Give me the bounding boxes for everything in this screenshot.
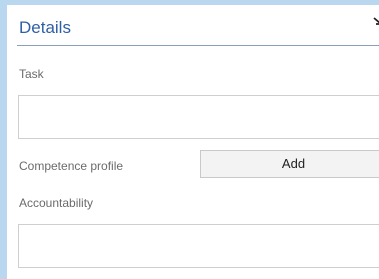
task-input[interactable] [18,95,379,139]
accountability-label: Accountability [19,196,94,210]
panel-title: Details [19,18,71,37]
task-label: Task [19,67,44,81]
details-panel: Details Task Competence profile Add Acco… [7,5,379,279]
collapse-icon[interactable] [373,17,379,25]
add-competence-profile-button[interactable]: Add [200,150,379,178]
accountability-input[interactable] [18,224,379,268]
collapse-corner-icon [373,17,379,25]
title-divider [17,45,379,46]
competence-profile-label: Competence profile [19,159,124,173]
